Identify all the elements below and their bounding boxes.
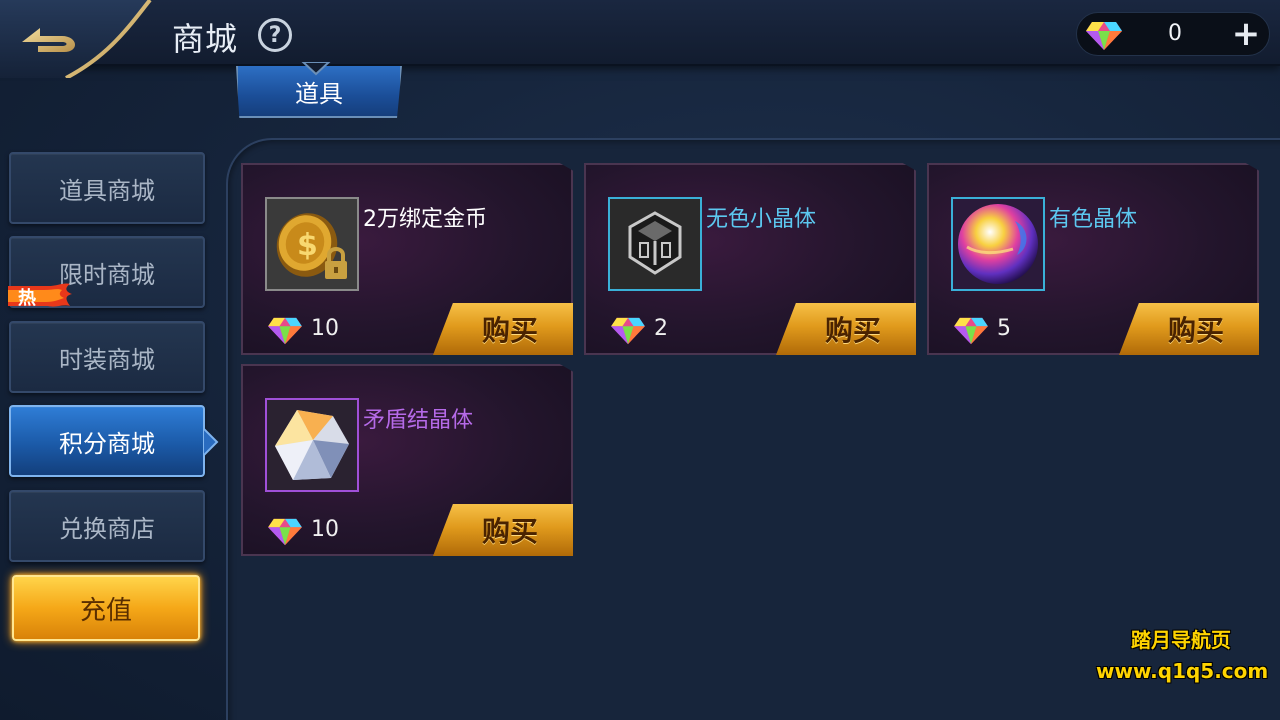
sidebar-item-fashion-shop[interactable]: 时装商城 bbox=[9, 321, 205, 393]
buy-button[interactable]: 购买 bbox=[1119, 303, 1259, 355]
buy-button[interactable]: 购买 bbox=[776, 303, 916, 355]
colored-crystal-orb-icon bbox=[953, 199, 1043, 289]
shop-item-card: $ 2万绑定金币 10 购买 bbox=[241, 163, 573, 355]
top-bar: 商城 ? 0 + bbox=[0, 0, 1280, 78]
add-currency-button[interactable]: + bbox=[1229, 17, 1263, 51]
gem-icon bbox=[1086, 22, 1122, 50]
item-icon-frame bbox=[608, 197, 702, 291]
item-icon-frame bbox=[951, 197, 1045, 291]
watermark-title: 踏月导航页 bbox=[1131, 628, 1231, 652]
item-price: 2 bbox=[654, 316, 668, 341]
colorless-crystal-icon bbox=[610, 199, 700, 289]
tab-indicator-icon bbox=[301, 62, 331, 76]
buy-button[interactable]: 购买 bbox=[433, 303, 573, 355]
item-name: 2万绑定金币 bbox=[363, 207, 487, 232]
sidebar-item-points-shop[interactable]: 积分商城 bbox=[9, 405, 205, 477]
hot-badge-label: 热 bbox=[18, 288, 36, 309]
item-name: 有色晶体 bbox=[1049, 207, 1138, 232]
back-icon[interactable] bbox=[0, 0, 160, 78]
buy-button[interactable]: 购买 bbox=[433, 504, 573, 556]
item-price: 10 bbox=[311, 316, 339, 341]
sidebar-item-item-shop[interactable]: 道具商城 bbox=[9, 152, 205, 224]
currency-display: 0 + bbox=[1076, 12, 1270, 56]
page-title: 商城 bbox=[172, 20, 239, 58]
item-name: 矛盾结晶体 bbox=[363, 408, 474, 433]
active-arrow-icon bbox=[203, 428, 219, 456]
contradiction-crystal-icon bbox=[267, 400, 357, 490]
recharge-button[interactable]: 充值 bbox=[12, 575, 200, 641]
gold-coin-icon: $ bbox=[267, 199, 357, 289]
shop-item-card: 无色小晶体 2 购买 bbox=[584, 163, 916, 355]
shop-item-card: 有色晶体 5 购买 bbox=[927, 163, 1259, 355]
watermark: 踏月导航页 www.q1q5.com bbox=[1096, 624, 1269, 683]
shop-item-card: 矛盾结晶体 10 购买 bbox=[241, 364, 573, 556]
gem-icon bbox=[268, 317, 302, 345]
hot-badge: 热 bbox=[8, 282, 72, 310]
watermark-url: www.q1q5.com bbox=[1096, 659, 1269, 683]
svg-text:$: $ bbox=[297, 228, 318, 263]
item-price: 5 bbox=[997, 316, 1011, 341]
gem-icon bbox=[954, 317, 988, 345]
gem-icon bbox=[268, 518, 302, 546]
item-icon-frame: $ bbox=[265, 197, 359, 291]
item-price: 10 bbox=[311, 517, 339, 542]
item-name: 无色小晶体 bbox=[706, 207, 817, 232]
sidebar-item-exchange-shop[interactable]: 兑换商店 bbox=[9, 490, 205, 562]
help-icon[interactable]: ? bbox=[258, 18, 292, 52]
currency-amount: 0 bbox=[1168, 21, 1182, 46]
item-icon-frame bbox=[265, 398, 359, 492]
gem-icon bbox=[611, 317, 645, 345]
